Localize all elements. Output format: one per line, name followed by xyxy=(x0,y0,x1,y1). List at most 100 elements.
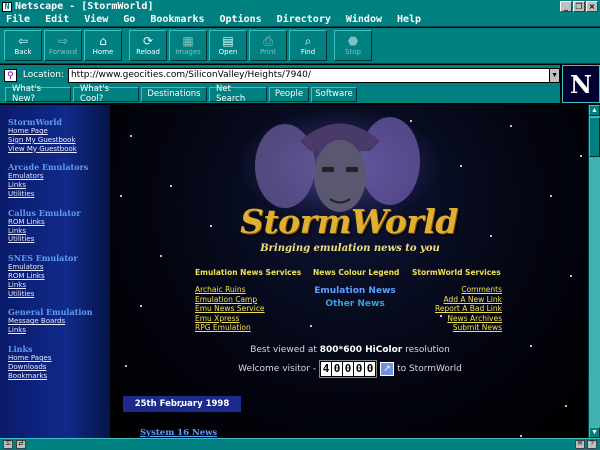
menu-view[interactable]: View xyxy=(78,14,117,25)
counter-digit: 4 xyxy=(321,362,332,376)
url-input[interactable]: http://www.geocities.com/SiliconValley/H… xyxy=(67,67,551,83)
stormworld-service-link[interactable]: News Archives xyxy=(402,314,502,324)
find-button[interactable]: ⌕ Find xyxy=(289,30,327,61)
counter-digit: 0 xyxy=(354,362,365,376)
news-service-link[interactable]: Emu Xpress xyxy=(195,314,265,324)
counter-digit: 0 xyxy=(332,362,343,376)
news-date-bar: 25th February 1998 xyxy=(123,396,241,412)
menu-go[interactable]: Go xyxy=(117,14,144,25)
home-button[interactable]: ⌂ Home xyxy=(84,30,122,61)
sidebar-link[interactable]: ROM Links xyxy=(8,218,110,227)
sidebar-link[interactable]: Home Pages xyxy=(8,354,110,363)
reload-button[interactable]: ⟳ Reload xyxy=(129,30,167,61)
sidebar-link[interactable]: Message Boards xyxy=(8,317,110,326)
back-button[interactable]: ⇦ Back xyxy=(4,30,42,61)
destinations-button[interactable]: Destinations xyxy=(141,86,207,102)
counter-graph-icon[interactable]: ↗ xyxy=(380,362,395,376)
open-button[interactable]: ▤ Open xyxy=(209,30,247,61)
menu-window[interactable]: Window xyxy=(340,14,391,25)
counter-digit: 0 xyxy=(365,362,376,376)
scroll-down-icon[interactable]: ▼ xyxy=(589,427,600,438)
help-icon[interactable]: ? xyxy=(587,440,597,449)
sidebar-link[interactable]: Utilities xyxy=(8,290,110,299)
stormworld-logo: StormWorld xyxy=(240,202,458,241)
best-view-pre: Best viewed at xyxy=(250,345,320,355)
star-decoration xyxy=(520,435,522,437)
sidebar-heading: Links xyxy=(8,343,33,354)
sidebar-nav: StormWorld Home Page Sign My Guestbook View… xyxy=(0,105,110,438)
star-decoration xyxy=(210,225,212,227)
sidebar-link[interactable]: Emulators xyxy=(8,263,110,272)
news-service-link[interactable]: RPG Emulation xyxy=(195,323,265,333)
forward-arrow-icon: ⇨ xyxy=(57,34,69,48)
maximize-button[interactable]: ❐ xyxy=(573,1,585,12)
sidebar-link[interactable]: Links xyxy=(8,181,110,190)
sidebar-link[interactable]: Utilities xyxy=(8,190,110,199)
whats-new-button[interactable]: What's New? xyxy=(5,84,71,104)
location-label: Location: xyxy=(22,70,64,80)
sidebar-link[interactable]: Links xyxy=(8,326,110,335)
find-icon: ⌕ xyxy=(304,34,312,48)
minimize-button[interactable]: _ xyxy=(560,1,572,12)
netscape-app-icon[interactable]: N xyxy=(2,1,12,12)
best-view-resolution: 800*600 HiColor xyxy=(319,345,403,355)
sidebar-link[interactable]: Downloads xyxy=(8,363,110,372)
close-button[interactable]: × xyxy=(586,1,598,12)
star-decoration xyxy=(440,315,442,317)
star-decoration xyxy=(460,165,462,167)
stormworld-service-link[interactable]: Submit News xyxy=(402,323,502,333)
sidebar-link[interactable]: Home Page xyxy=(8,127,110,136)
stop-icon: ⬣ xyxy=(347,34,359,48)
star-decoration xyxy=(490,235,492,237)
stormworld-service-link[interactable]: Add A New Link xyxy=(402,295,502,305)
sidebar-link[interactable]: Links xyxy=(8,281,110,290)
scroll-up-icon[interactable]: ▲ xyxy=(589,105,600,116)
open-icon: ▤ xyxy=(222,34,234,48)
news-services-heading: Emulation News Services xyxy=(195,268,302,277)
stormworld-service-link[interactable]: Comments xyxy=(402,285,502,295)
people-button[interactable]: People xyxy=(269,86,309,102)
menu-directory[interactable]: Directory xyxy=(271,14,340,25)
sidebar-link[interactable]: Emulators xyxy=(8,172,110,181)
menu-file[interactable]: File xyxy=(0,14,39,25)
legend-item: Emulation News xyxy=(314,286,396,296)
sidebar-link[interactable]: Links xyxy=(8,227,110,236)
news-service-link[interactable]: Emu News Service xyxy=(195,304,265,314)
counter-digit: 0 xyxy=(343,362,354,376)
sidebar-link[interactable]: Sign My Guestbook xyxy=(8,136,110,145)
stormworld-services-heading: StormWorld Services xyxy=(412,268,501,277)
news-services-list: Archaic Ruins Emulation Camp Emu News Serv… xyxy=(195,285,265,333)
star-decoration xyxy=(130,135,132,137)
news-legend-heading: News Colour Legend xyxy=(313,268,400,277)
menu-help[interactable]: Help xyxy=(391,14,430,25)
visitor-pre: Welcome visitor - xyxy=(238,364,317,374)
vertical-scrollbar[interactable]: ▲ ▼ xyxy=(588,105,600,438)
sidebar-link[interactable]: Utilities xyxy=(8,235,110,244)
news-service-link[interactable]: Archaic Ruins xyxy=(195,285,265,295)
menu-options[interactable]: Options xyxy=(214,14,271,25)
scroll-thumb[interactable] xyxy=(589,117,600,157)
stormworld-service-link[interactable]: Report A Bad Link xyxy=(402,304,502,314)
page-proxy-icon[interactable]: ⚲ xyxy=(4,68,17,82)
menu-bookmarks[interactable]: Bookmarks xyxy=(144,14,213,25)
system16-news-link[interactable]: System 16 News xyxy=(140,428,217,438)
mail-icon[interactable]: ✉ xyxy=(575,440,585,449)
sidebar-heading: General Emulation xyxy=(8,307,93,318)
whats-cool-button[interactable]: What's Cool? xyxy=(73,84,139,104)
sidebar-link[interactable]: ROM Links xyxy=(8,272,110,281)
images-button[interactable]: ▦ Images xyxy=(169,30,207,61)
software-button[interactable]: Software xyxy=(311,86,357,102)
sidebar-link[interactable]: View My Guestbook xyxy=(8,145,110,154)
menu-edit[interactable]: Edit xyxy=(39,14,78,25)
net-search-button[interactable]: Net Search xyxy=(209,84,267,104)
print-button[interactable]: ⎙ Print xyxy=(249,30,287,61)
news-service-link[interactable]: Emulation Camp xyxy=(195,295,265,305)
forward-button[interactable]: ⇨ Forward xyxy=(44,30,82,61)
sidebar-link[interactable]: Bookmarks xyxy=(8,372,110,381)
visitor-counter-line: Welcome visitor - 40000 ↗ to StormWorld xyxy=(190,360,510,378)
status-bar: ⚿ ⇄ ✉ ? xyxy=(0,438,600,450)
home-label: Home xyxy=(92,48,114,56)
stop-button[interactable]: ⬣ Stop xyxy=(334,30,372,61)
url-dropdown-icon[interactable]: ▼ xyxy=(550,67,560,83)
star-decoration xyxy=(550,195,552,197)
